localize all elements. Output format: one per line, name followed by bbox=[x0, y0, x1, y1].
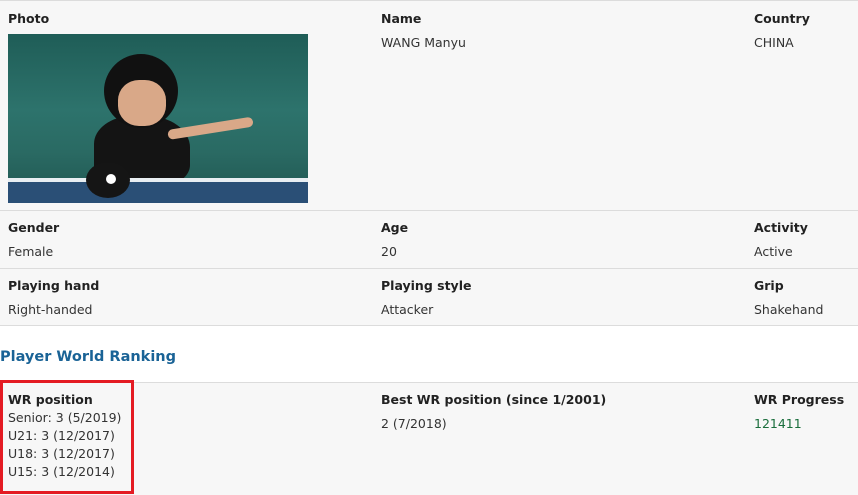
gender-label: Gender bbox=[8, 220, 60, 235]
wr-progress-label: WR Progress bbox=[754, 392, 845, 407]
grip-label: Grip bbox=[754, 278, 784, 293]
best-wr-label: Best WR position (since 1/2001) bbox=[381, 392, 607, 407]
photo-face-shape bbox=[118, 80, 166, 126]
photo-table-top bbox=[8, 182, 308, 203]
name-value: WANG Manyu bbox=[381, 35, 466, 50]
playing-hand-value: Right-handed bbox=[8, 302, 93, 317]
playing-style-value: Attacker bbox=[381, 302, 434, 317]
grip-value: Shakehand bbox=[754, 302, 824, 317]
player-photo bbox=[8, 34, 308, 203]
activity-label: Activity bbox=[754, 220, 808, 235]
name-label: Name bbox=[381, 11, 422, 26]
playing-hand-label: Playing hand bbox=[8, 278, 100, 293]
wr-progress-link[interactable]: 121411 bbox=[754, 416, 844, 431]
country-value: CHINA bbox=[754, 35, 794, 50]
wr-position-highlight-box bbox=[0, 380, 134, 494]
profile-row-gender: Gender Female Age 20 Activity Active bbox=[0, 210, 858, 268]
profile-row-main: Photo Name WANG Manyu Country CHINA bbox=[0, 0, 858, 210]
best-wr-value: 2 (7/2018) bbox=[381, 416, 447, 431]
photo-ball-shape bbox=[106, 174, 116, 184]
age-value: 20 bbox=[381, 244, 397, 259]
activity-value: Active bbox=[754, 244, 793, 259]
profile-row-style: Playing hand Right-handed Playing style … bbox=[0, 268, 858, 326]
country-label: Country bbox=[754, 11, 810, 26]
photo-label: Photo bbox=[8, 11, 50, 26]
photo-arm-shape bbox=[167, 116, 254, 140]
gender-value: Female bbox=[8, 244, 54, 259]
age-label: Age bbox=[381, 220, 409, 235]
playing-style-label: Playing style bbox=[381, 278, 472, 293]
ranking-section-title: Player World Ranking bbox=[0, 349, 176, 365]
